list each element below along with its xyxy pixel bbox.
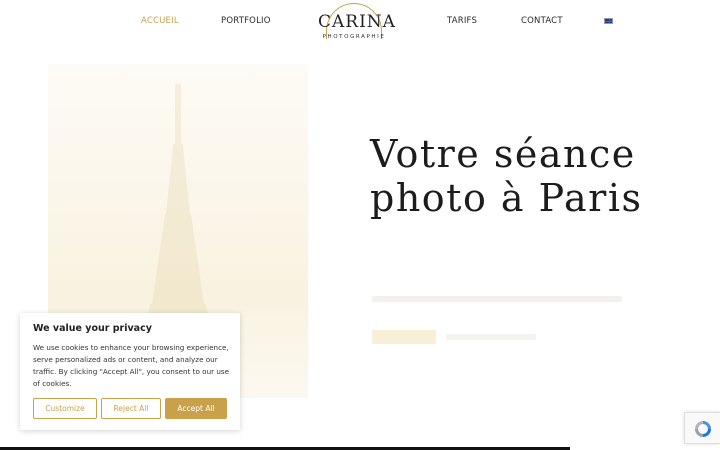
recaptcha-icon bbox=[695, 421, 711, 437]
recaptcha-badge[interactable] bbox=[684, 412, 720, 444]
hero-description-placeholder bbox=[372, 296, 622, 302]
hero-link-placeholder bbox=[446, 334, 536, 340]
logo-sub-text: PHOTOGRAPHIE bbox=[322, 34, 386, 40]
cookie-title: We value your privacy bbox=[33, 323, 152, 334]
nav-item-tarifs[interactable]: TARIFS bbox=[447, 16, 477, 26]
accept-all-button[interactable]: Accept All bbox=[165, 398, 227, 419]
hero-cta-placeholder bbox=[372, 330, 436, 344]
cookie-text: We use cookies to enhance your browsing … bbox=[33, 343, 230, 388]
cookie-consent-banner: We value your privacy We use cookies to … bbox=[20, 313, 240, 430]
logo-main-text: CARINA bbox=[318, 12, 396, 32]
headline-line-2: photo à Paris bbox=[370, 176, 643, 220]
nav-item-accueil[interactable]: ACCUEIL bbox=[141, 16, 179, 26]
hero-headline: Votre séance photo à Paris bbox=[370, 132, 670, 220]
reject-all-button[interactable]: Reject All bbox=[101, 398, 161, 419]
headline-line-1: Votre séance bbox=[370, 132, 636, 176]
nav-item-contact[interactable]: CONTACT bbox=[521, 16, 563, 26]
uk-flag-icon[interactable] bbox=[604, 18, 613, 24]
customize-button[interactable]: Customize bbox=[33, 398, 97, 419]
site-logo[interactable]: CARINA PHOTOGRAPHIE bbox=[318, 2, 396, 42]
nav-item-portfolio[interactable]: PORTFOLIO bbox=[221, 16, 271, 26]
